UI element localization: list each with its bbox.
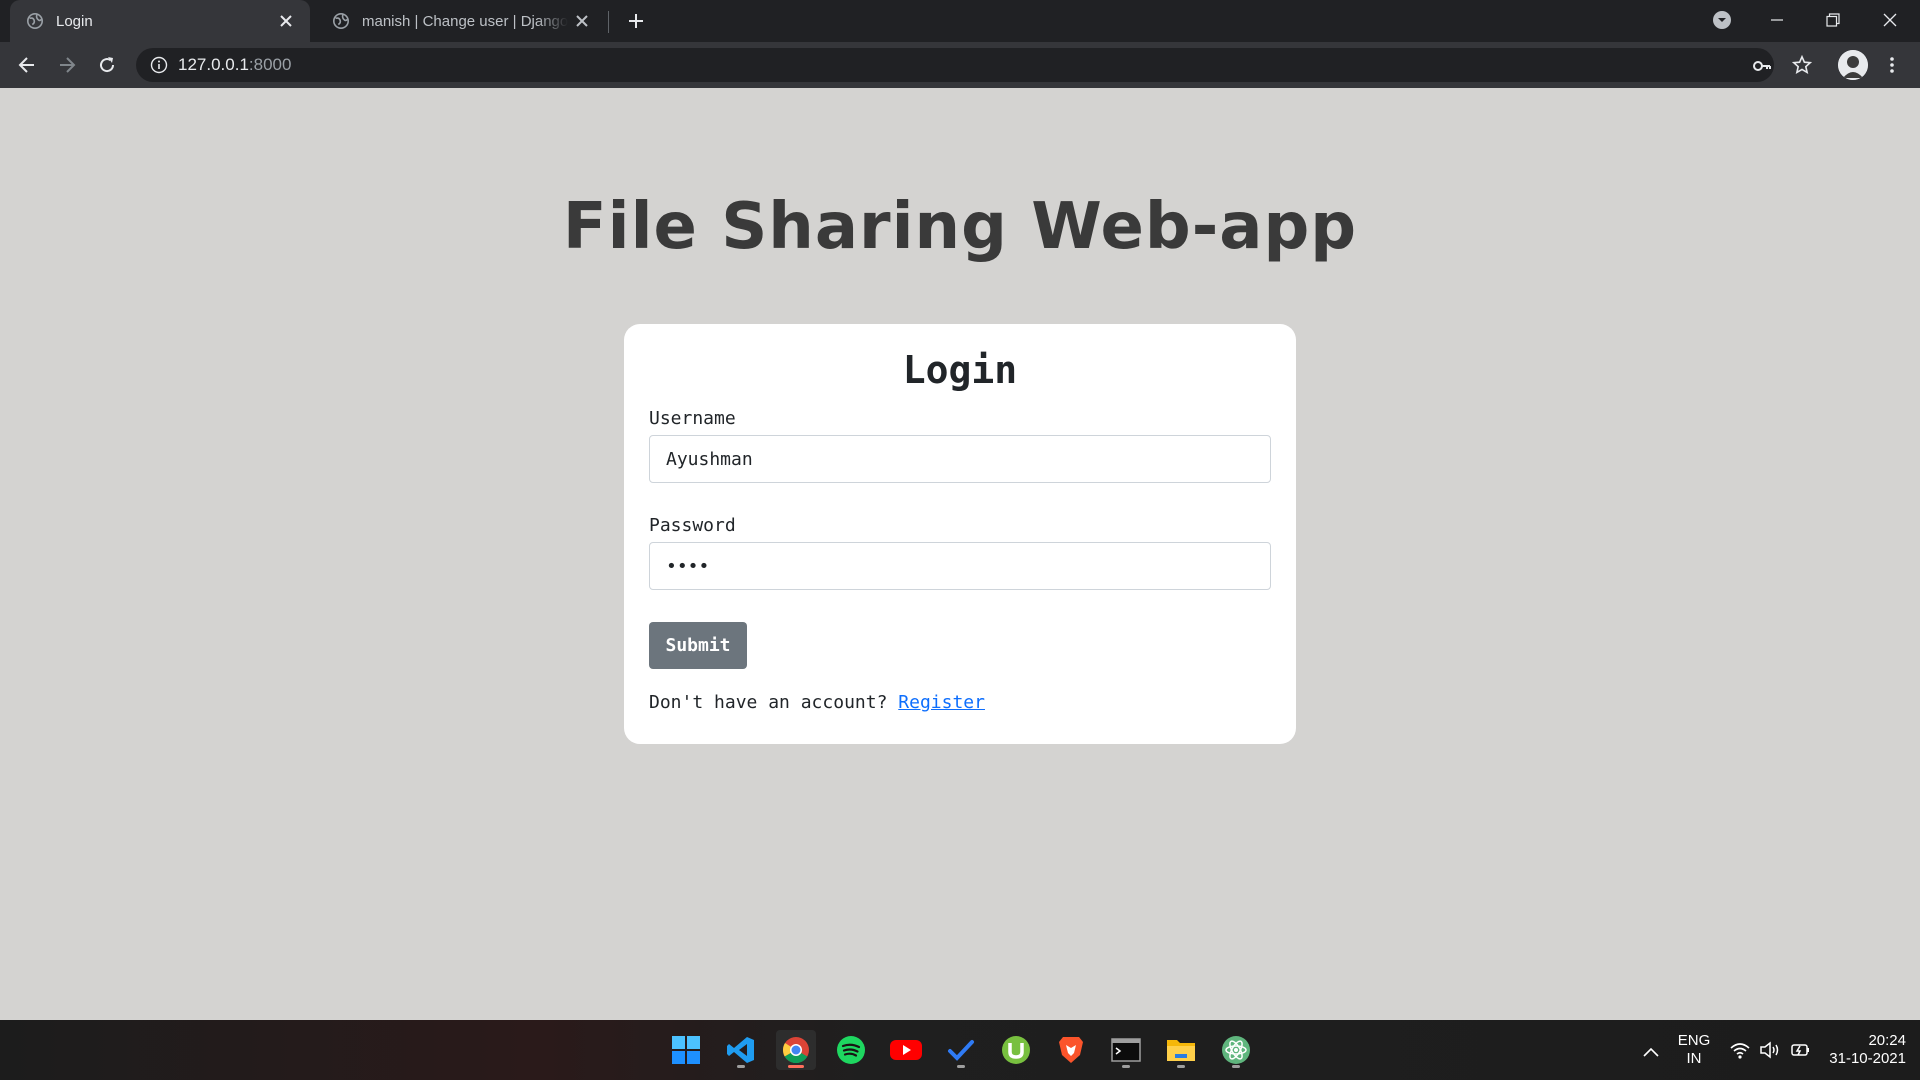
kebab-menu-icon [1890,57,1894,73]
tab-django-admin[interactable]: manish | Change user | Django site admin [316,0,606,42]
clock-date: 31-10-2021 [1829,1050,1906,1067]
close-window-button[interactable] [1862,0,1918,40]
close-tab-icon[interactable] [568,7,596,35]
vscode-icon [727,1037,754,1063]
username-input[interactable] [649,435,1271,483]
todo-icon [948,1040,974,1061]
new-tab-button[interactable] [620,7,652,35]
taskbar-utorrent[interactable] [996,1030,1036,1070]
reload-button[interactable] [91,49,123,81]
taskbar: ENG IN 20:24 31-10-2021 [0,1020,1920,1080]
volume-icon[interactable] [1759,1040,1781,1060]
language-indicator[interactable]: ENG IN [1676,1032,1712,1068]
globe-icon [332,12,350,30]
browser-tabstrip: Login manish | Change user | Django site… [0,0,1920,42]
minimize-button[interactable] [1749,0,1805,40]
terminal-icon [1111,1038,1141,1062]
utorrent-icon [1002,1036,1030,1064]
tab-search-button[interactable] [1694,0,1750,40]
browser-toolbar: 127.0.0.1:8000 [0,42,1920,88]
running-indicator [737,1065,745,1068]
login-card: Login Username Password Submit Don't hav… [624,324,1296,744]
forward-button[interactable] [51,49,83,81]
clock-time: 20:24 [1868,1032,1906,1049]
running-indicator [957,1065,965,1068]
star-icon[interactable] [1792,55,1812,75]
url-port: :8000 [248,55,292,74]
taskbar-file-explorer[interactable] [1161,1030,1201,1070]
chrome-icon [782,1037,809,1064]
spotify-icon [837,1036,865,1064]
tab-separator [608,11,609,33]
menu-button[interactable] [1876,49,1908,81]
reload-icon [100,57,115,73]
language-line1: ENG [1677,1032,1711,1049]
close-icon [1883,13,1897,27]
running-indicator [1232,1065,1240,1068]
start-button[interactable] [666,1030,706,1070]
taskbar-chrome[interactable] [776,1030,816,1070]
password-input[interactable] [649,542,1271,590]
arrow-left-icon [18,57,34,73]
back-button[interactable] [11,49,43,81]
restore-icon [1826,13,1840,27]
running-indicator [1177,1065,1185,1068]
taskbar-todo[interactable] [941,1030,981,1070]
login-title: Login [902,348,1018,392]
key-icon[interactable] [1752,56,1772,76]
restore-button[interactable] [1805,0,1861,40]
register-link[interactable]: Register [898,692,985,713]
profile-avatar[interactable] [1838,50,1868,80]
tab-title: manish | Change user | Django site admin [362,12,568,30]
taskbar-spotify[interactable] [831,1030,871,1070]
password-label: Password [649,515,736,536]
taskbar-vscode[interactable] [721,1030,761,1070]
arrow-right-icon [60,57,76,73]
submit-button[interactable]: Submit [649,622,747,669]
language-line2: IN [1686,1050,1702,1067]
tab-title: Login [56,12,93,30]
page-body: File Sharing Web-app Login Username Pass… [0,88,1920,1020]
profile-icon [1838,50,1868,80]
minimize-icon [1771,19,1783,21]
username-label: Username [649,408,736,429]
plus-icon [629,14,643,28]
running-indicator [1122,1065,1130,1068]
register-prompt: Don't have an account? [649,692,888,713]
file-explorer-icon [1167,1040,1195,1061]
start-icon [672,1036,700,1064]
running-indicator [788,1065,804,1068]
globe-icon [26,12,44,30]
url-host: 127.0.0.1 [178,55,249,74]
address-bar[interactable]: 127.0.0.1:8000 [136,48,1774,82]
taskbar-brave[interactable] [1051,1030,1091,1070]
taskbar-youtube[interactable] [886,1030,926,1070]
info-icon[interactable] [150,56,168,74]
chevron-down-icon [1713,11,1731,29]
chevron-up-icon[interactable] [1640,1042,1662,1062]
clock[interactable]: 20:24 31-10-2021 [1826,1032,1906,1068]
register-line: Don't have an account? Register [649,692,985,713]
taskbar-atom[interactable] [1216,1030,1256,1070]
youtube-icon [890,1040,922,1060]
wifi-icon[interactable] [1729,1040,1751,1060]
atom-icon [1222,1036,1250,1064]
taskbar-terminal[interactable] [1106,1030,1146,1070]
tab-login[interactable]: Login [10,0,310,42]
brave-icon [1059,1037,1083,1063]
close-tab-icon[interactable] [272,7,300,35]
app-title: File Sharing Web-app [562,190,1358,264]
battery-icon[interactable] [1789,1040,1811,1060]
